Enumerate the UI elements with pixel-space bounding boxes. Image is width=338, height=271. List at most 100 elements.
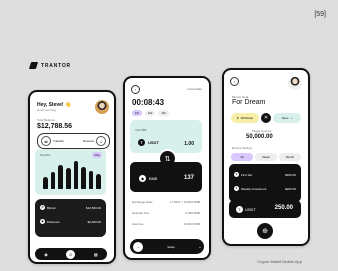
brand-mark-icon xyxy=(28,62,39,69)
save-button[interactable]: Save ⌂ xyxy=(273,112,301,123)
bottom-navigation: ◉ ⊙ ▦ xyxy=(35,248,107,260)
profile-avatar[interactable] xyxy=(95,100,109,114)
destination-token-card: ◆ BNB 137 xyxy=(130,162,202,192)
swap-button[interactable]: → Swap ›› xyxy=(130,239,204,254)
bid-label: Your Bid xyxy=(135,128,147,132)
asset-row-bitcoin[interactable]: ₿ Bitcoin $16,500.00 xyxy=(40,205,101,210)
item-value: $200.00 xyxy=(285,186,296,191)
item-name: First Set xyxy=(241,172,253,177)
tab-1m[interactable]: 1M xyxy=(158,110,169,116)
detail-label: Network Fee xyxy=(132,211,150,215)
add-goal-icon[interactable]: ⊕ xyxy=(257,223,273,239)
saving-balance-row[interactable]: T USDT 250.00 xyxy=(229,200,301,218)
grid-icon[interactable]: ▦ xyxy=(94,252,98,257)
save-icon: ⌂ xyxy=(290,115,293,120)
phone-swap-screen: ‹ Cold wallet 00:08:43 1D 1W 1M Your Bid… xyxy=(123,76,211,260)
transfer-icon: ⇄ xyxy=(41,136,51,146)
ethereum-icon: ◆ xyxy=(40,219,45,224)
destination-token-name: BNB xyxy=(149,176,158,181)
chart-bar-7 xyxy=(88,170,94,189)
portfolio-chart: Monthly May xyxy=(35,149,106,195)
detail-value: 0.000 BNB xyxy=(185,211,200,215)
chevrons-icon: ›› xyxy=(198,244,201,249)
detail-label: Gas Fee xyxy=(132,222,144,226)
wallet-status: Cold wallet xyxy=(187,87,202,91)
coin-icon: $ xyxy=(234,186,239,191)
goal-actions: $ Withdraw ✕ Save ⌂ xyxy=(231,110,301,125)
chart-bar-1 xyxy=(43,177,48,189)
tab-all[interactable]: All xyxy=(231,153,253,161)
back-button[interactable]: ‹ xyxy=(131,85,140,94)
bnb-icon: ◆ xyxy=(139,175,146,182)
target-label: Target Amount xyxy=(252,129,272,133)
chart-bar-2 xyxy=(50,171,56,189)
credit-text: Crypto Wallet Mobile App xyxy=(257,259,302,264)
saving-item-weekly-investment[interactable]: $ Weekly Investment $200.00 xyxy=(234,186,296,191)
detail-row: Exchange Rate 1 USDT = 0.0034 BNB xyxy=(132,200,200,204)
tab-1w[interactable]: 1W xyxy=(144,110,156,116)
page-title: For Dream xyxy=(232,99,266,106)
detail-value: 1 USDT = 0.0034 BNB xyxy=(169,200,200,204)
chart-bar-8 xyxy=(96,173,101,189)
withdraw-icon: $ xyxy=(236,115,239,120)
arrow-right-icon: → xyxy=(133,241,143,252)
receive-icon: ⇣ xyxy=(96,136,106,146)
asset-row-ethereum[interactable]: ◆ Ethereum $4,000.00 xyxy=(40,219,101,224)
period-tabs: 1D 1W 1M xyxy=(132,110,169,116)
swap-screen: ‹ Cold wallet 00:08:43 1D 1W 1M Your Bid… xyxy=(125,78,209,258)
history-title: Recent Saving xyxy=(232,146,252,150)
timer: 00:08:43 xyxy=(132,98,165,107)
detail-value: 0.0024 BNB xyxy=(183,222,200,226)
back-button[interactable]: ‹ xyxy=(230,77,239,86)
receive-label: Receive xyxy=(83,139,94,143)
detail-label: Exchange Rate xyxy=(132,200,153,204)
withdraw-button[interactable]: $ Withdraw xyxy=(231,112,259,123)
transfer-button[interactable]: ⇄ Transfer xyxy=(39,134,66,148)
home-screen: Hey, Steve! 👋 Good morning Total Balance… xyxy=(30,92,114,262)
source-token-value: 1.00 xyxy=(184,141,194,147)
source-token[interactable]: T USDT xyxy=(138,139,159,146)
chart-bar-6 xyxy=(81,166,86,189)
detail-row: Network Fee 0.000 BNB xyxy=(132,211,200,215)
asset-list: ₿ Bitcoin $16,500.00 ◆ Ethereum $4,000.0… xyxy=(35,199,106,237)
save-label: Save xyxy=(281,115,289,120)
balance-label: Total Balance xyxy=(37,118,56,122)
chart-bars xyxy=(43,161,101,189)
history-tabs: All Week Month xyxy=(231,153,301,161)
saving-history-list: $ First Set $400.00 $ Weekly Investment … xyxy=(229,164,301,202)
home-icon[interactable]: ◉ xyxy=(44,252,48,257)
usdt-icon: T xyxy=(138,139,145,146)
coin-icon: $ xyxy=(234,172,239,177)
chart-label: Monthly xyxy=(40,153,51,157)
center-action-icon[interactable]: ⊙ xyxy=(66,249,76,259)
savings-screen: ‹ Money Goal For Dream $ Withdraw ✕ Save… xyxy=(224,70,308,244)
receive-button[interactable]: Receive ⇣ xyxy=(81,134,108,148)
asset-amount: $4,000.00 xyxy=(87,219,101,224)
profile-avatar[interactable] xyxy=(288,76,302,90)
goal-center-icon[interactable]: ✕ xyxy=(261,112,271,123)
chart-bar-4 xyxy=(65,167,71,189)
chart-bar-3 xyxy=(58,164,63,189)
balance-value: $12,788.56 xyxy=(37,123,73,130)
saving-amount: 250.00 xyxy=(274,205,293,211)
greeting-subtitle: Good morning xyxy=(37,108,57,112)
tab-week[interactable]: Week xyxy=(255,153,277,161)
saving-item-first-set[interactable]: $ First Set $400.00 xyxy=(234,172,296,177)
coin-name: USDT xyxy=(245,207,256,212)
chart-range-pill[interactable]: May xyxy=(92,152,102,158)
destination-token[interactable]: ◆ BNB xyxy=(139,175,157,182)
action-bar: ⇄ Transfer Receive ⇣ xyxy=(37,133,110,149)
detail-row: Gas Fee 0.0024 BNB xyxy=(132,222,200,226)
phone-savings-screen: ‹ Money Goal For Dream $ Withdraw ✕ Save… xyxy=(222,68,310,246)
swap-label: Swap xyxy=(167,244,175,249)
withdraw-label: Withdraw xyxy=(240,115,254,120)
coin-selector: T USDT xyxy=(236,206,256,213)
item-name: Weekly Investment xyxy=(241,186,267,191)
asset-name: Bitcoin xyxy=(47,205,57,210)
brand-name: TRANTOR xyxy=(41,62,71,69)
tab-month[interactable]: Month xyxy=(279,153,301,161)
image-tag: [59] xyxy=(314,11,326,18)
destination-token-value: 137 xyxy=(183,175,194,181)
item-value: $400.00 xyxy=(285,172,296,177)
tab-1d[interactable]: 1D xyxy=(132,110,142,116)
